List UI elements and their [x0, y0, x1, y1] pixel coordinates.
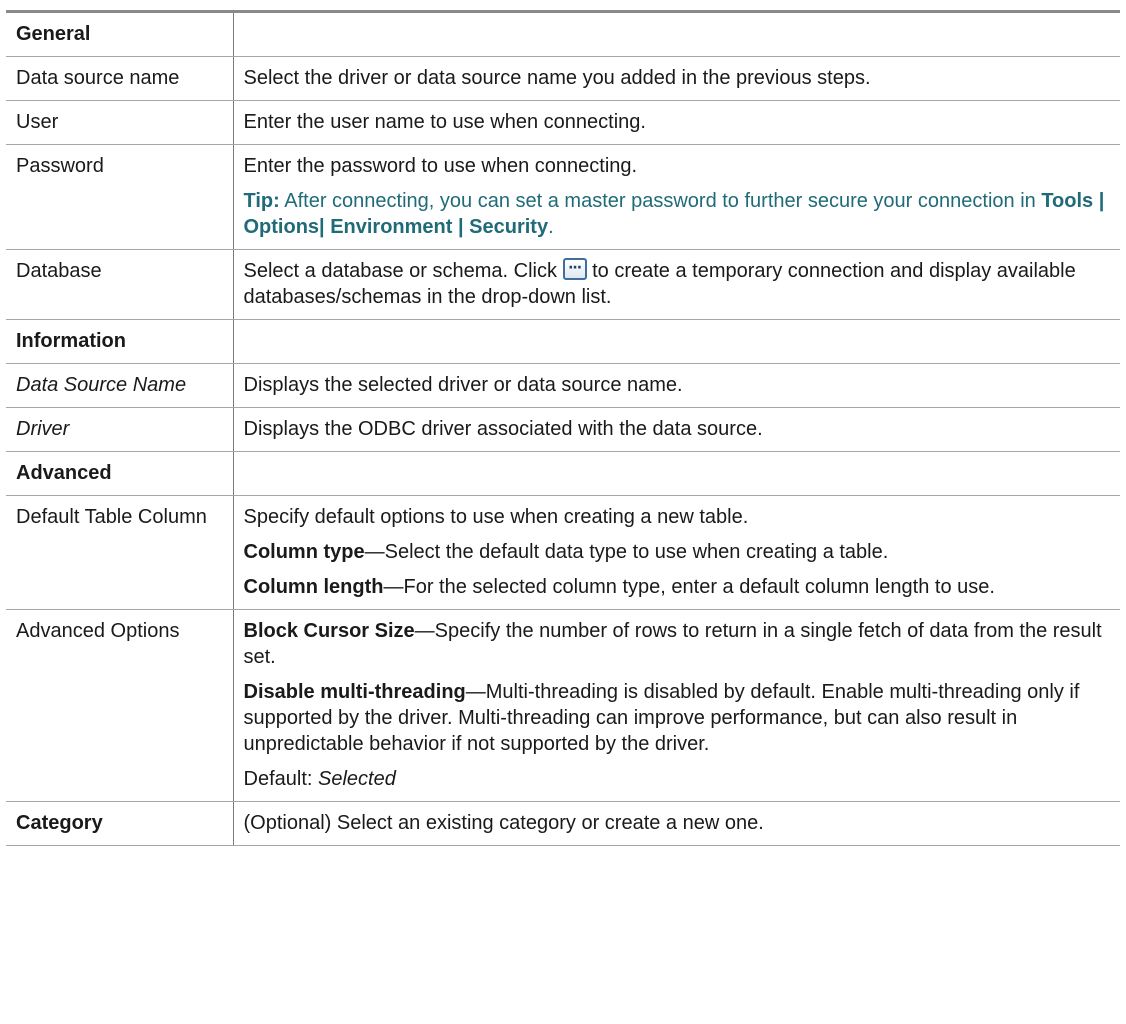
- option-description-start: Select a database or schema. Click: [243, 260, 563, 282]
- sub-option-column-type: Column type—Select the default data type…: [244, 539, 1111, 565]
- option-label-password: Password: [6, 144, 234, 250]
- sub-option-text: —Select the default data type to use whe…: [364, 541, 889, 563]
- default-value-note: Default: Selected: [244, 766, 1111, 792]
- section-heading-general: General: [6, 11, 234, 57]
- table-row: Data Source Name Displays the selected d…: [6, 363, 1120, 408]
- tip-label: Tip:: [243, 190, 280, 212]
- sub-option-label: Disable multi-threading: [243, 681, 466, 703]
- option-description: Displays the ODBC driver associated with…: [233, 407, 1120, 452]
- option-description-cell: Select a database or schema. Click ··· t…: [233, 249, 1120, 320]
- table-row: Database Select a database or schema. Cl…: [6, 249, 1120, 320]
- default-value: Selected: [317, 768, 396, 790]
- table-row: Password Enter the password to use when …: [6, 144, 1120, 250]
- option-description-cell: Specify default options to use when crea…: [233, 495, 1120, 610]
- option-label-advanced-options: Advanced Options: [6, 609, 234, 802]
- section-row-information: Information: [6, 319, 1120, 364]
- option-label-data-source-name: Data source name: [6, 56, 234, 101]
- table-row: Advanced Options Block Cursor Size—Speci…: [6, 609, 1120, 802]
- option-description-cell: Enter the password to use when connectin…: [233, 144, 1120, 250]
- sub-option-label: Block Cursor Size: [243, 620, 415, 642]
- option-description: Specify default options to use when crea…: [243, 506, 749, 528]
- connection-options-table: General Data source name Select the driv…: [6, 10, 1120, 846]
- sub-option-disable-multi-threading: Disable multi-threading—Multi-threading …: [244, 679, 1111, 757]
- option-label-driver: Driver: [6, 407, 234, 452]
- option-label-data-source-name-info: Data Source Name: [6, 363, 234, 408]
- option-label-user: User: [6, 100, 234, 145]
- option-label-default-table-column: Default Table Column: [6, 495, 234, 610]
- sub-option-text: —For the selected column type, enter a d…: [383, 576, 995, 598]
- ellipsis-button-icon: ···: [562, 258, 587, 280]
- tip-text: After connecting, you can set a master p…: [279, 190, 1042, 212]
- section-heading-empty-cell: [233, 11, 1120, 57]
- option-description: (Optional) Select an existing category o…: [233, 801, 1120, 846]
- option-description: Enter the password to use when connectin…: [243, 155, 638, 177]
- option-description: Displays the selected driver or data sou…: [233, 363, 1120, 408]
- section-row-advanced: Advanced: [6, 451, 1120, 496]
- sub-option-block-cursor-size: Block Cursor Size—Specify the number of …: [244, 618, 1111, 670]
- section-heading-information: Information: [6, 319, 234, 364]
- section-heading-empty-cell: [233, 319, 1120, 364]
- section-heading-empty-cell: [233, 451, 1120, 496]
- sub-option-label: Column type: [243, 541, 365, 563]
- tip-note: Tip: After connecting, you can set a mas…: [244, 188, 1111, 240]
- sub-option-label: Column length: [243, 576, 384, 598]
- section-row-category: Category (Optional) Select an existing c…: [6, 801, 1120, 846]
- option-label-category: Category: [6, 801, 234, 846]
- option-description: Select the driver or data source name yo…: [233, 56, 1120, 101]
- table-row: Driver Displays the ODBC driver associat…: [6, 407, 1120, 452]
- option-label-database: Database: [6, 249, 234, 320]
- option-description: Enter the user name to use when connecti…: [233, 100, 1120, 145]
- default-label: Default:: [243, 768, 318, 790]
- section-row-general: General: [6, 11, 1120, 57]
- option-description-cell: Block Cursor Size—Specify the number of …: [233, 609, 1120, 802]
- table-row: Default Table Column Specify default opt…: [6, 495, 1120, 610]
- tip-end: .: [548, 216, 554, 238]
- sub-option-column-length: Column length—For the selected column ty…: [244, 574, 1111, 600]
- table-row: Data source name Select the driver or da…: [6, 56, 1120, 101]
- table-row: User Enter the user name to use when con…: [6, 100, 1120, 145]
- section-heading-advanced: Advanced: [6, 451, 234, 496]
